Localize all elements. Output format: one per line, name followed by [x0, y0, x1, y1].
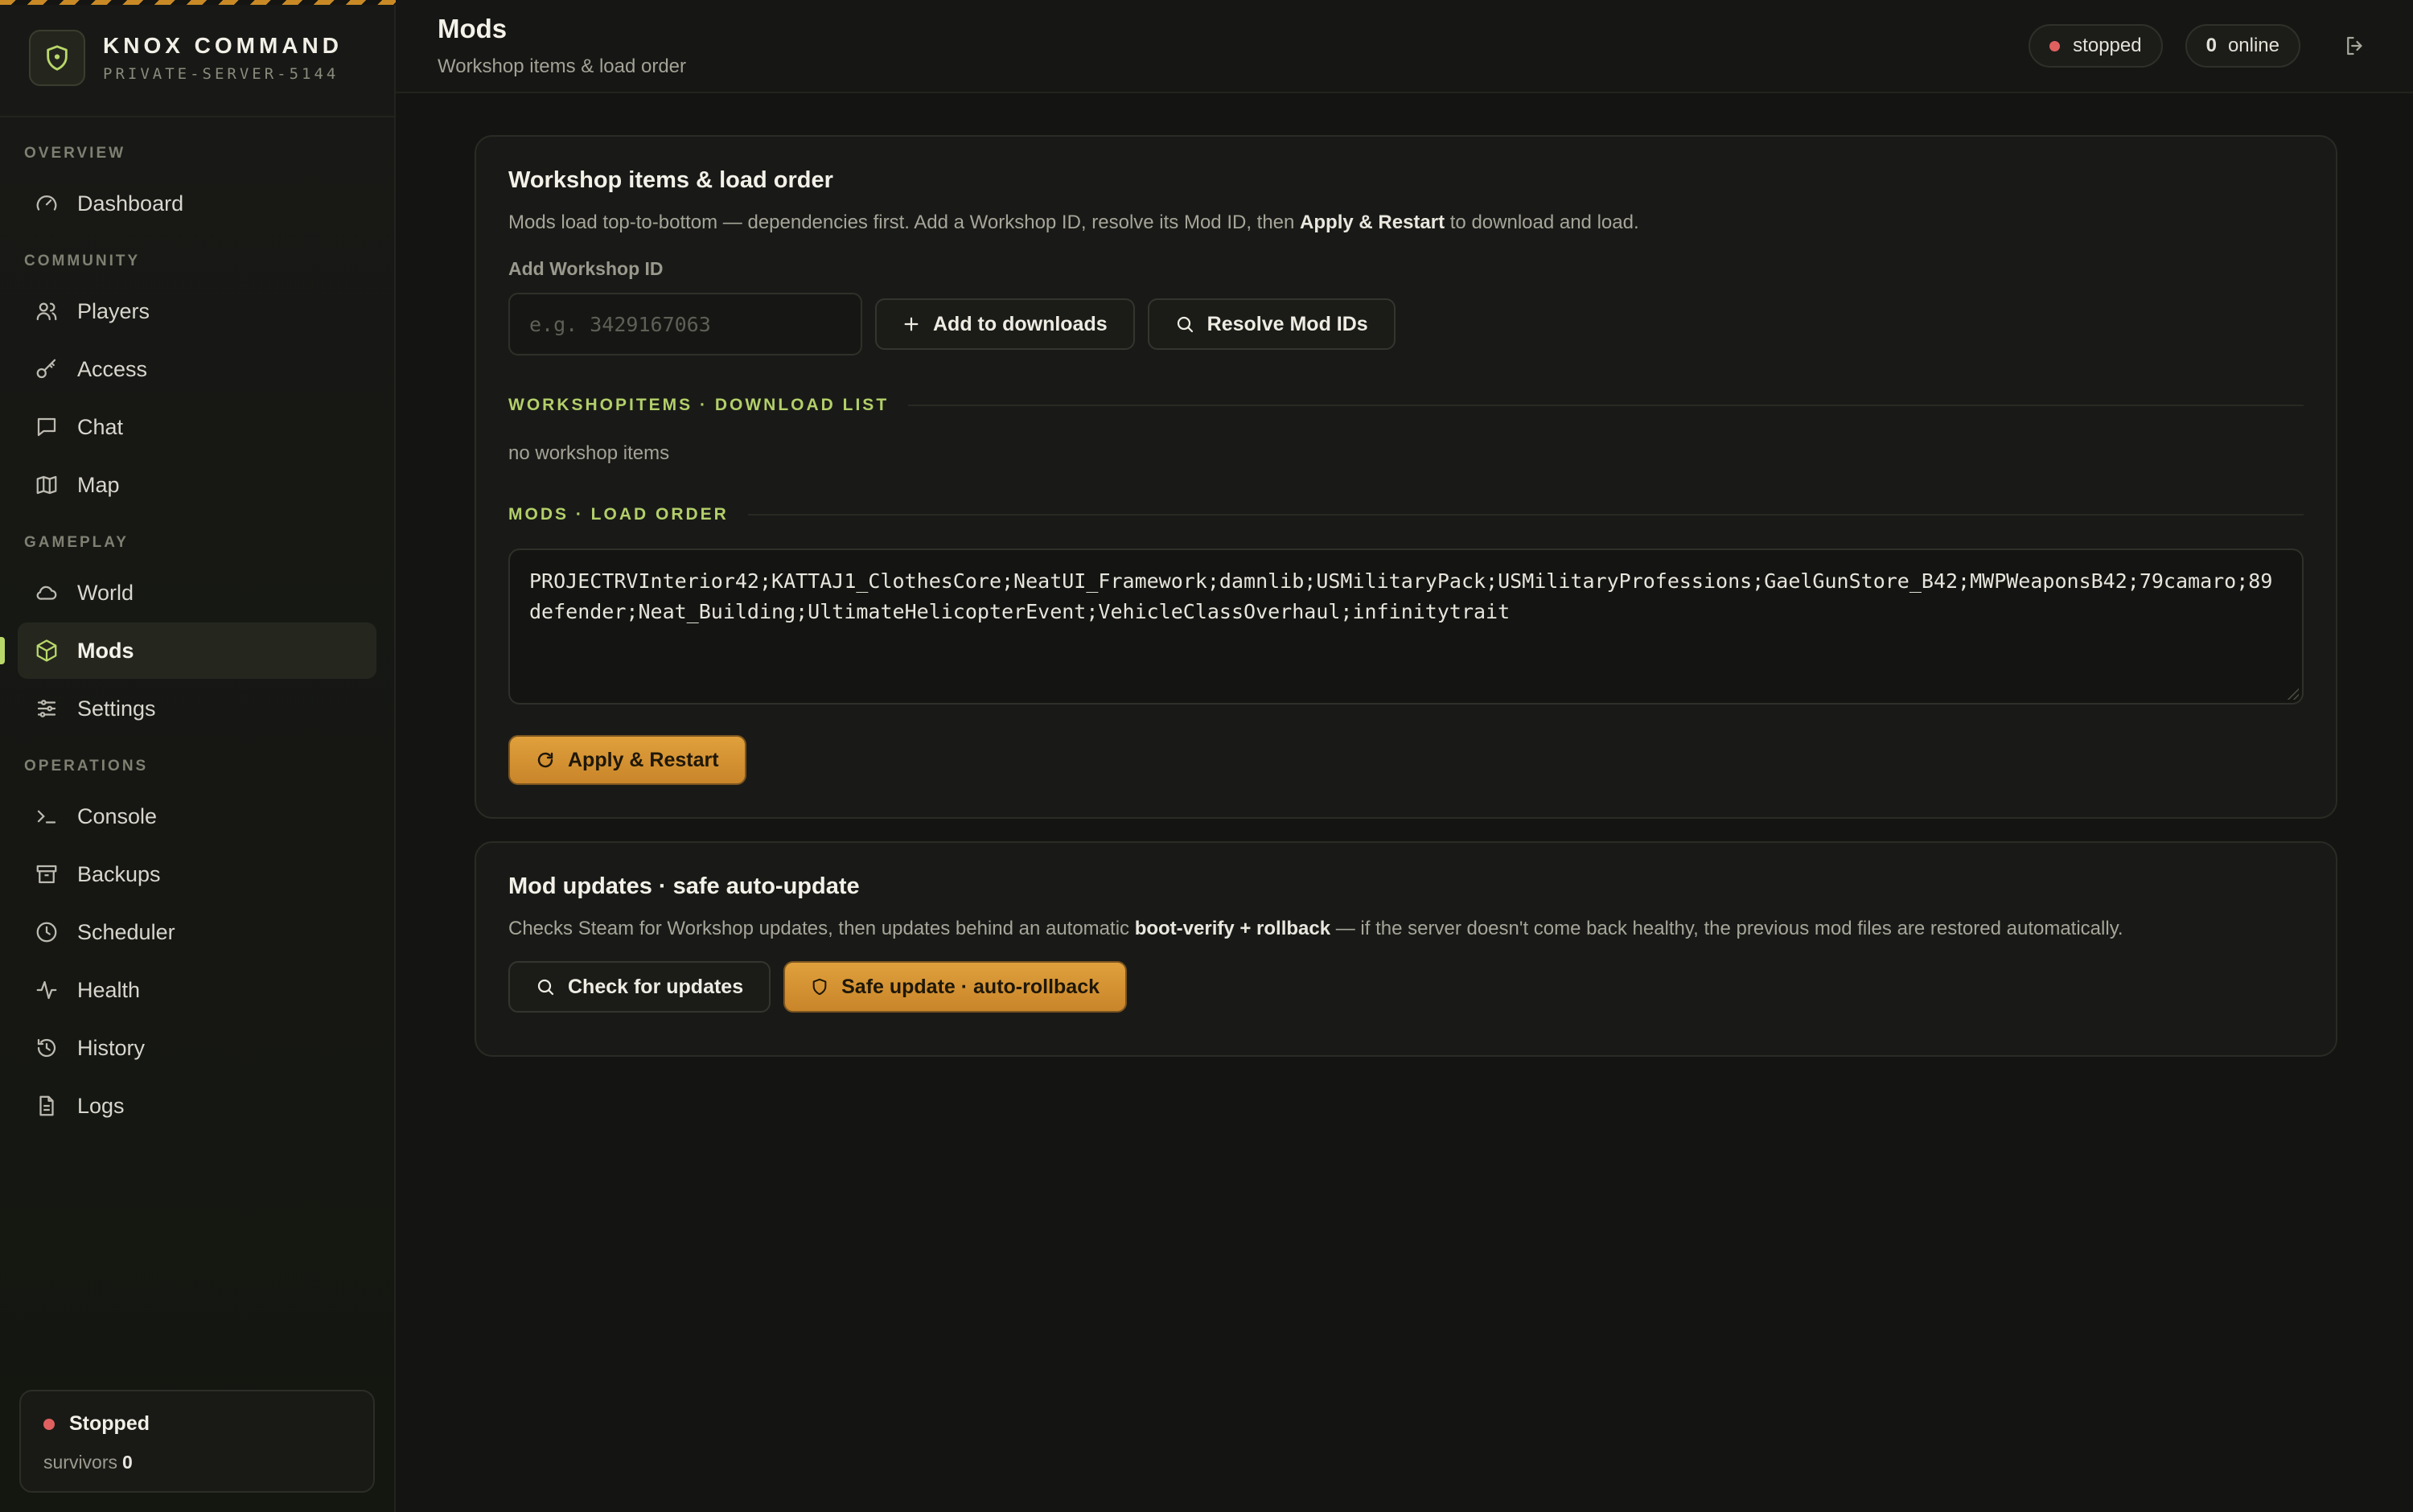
check-updates-button[interactable]: Check for updates — [508, 961, 771, 1013]
sidebar-item-label: Health — [77, 977, 141, 1002]
brand-title: KNOX COMMAND — [103, 33, 343, 58]
shield-icon — [811, 978, 828, 996]
button-label: Apply & Restart — [568, 748, 719, 771]
sidebar-item-chat[interactable]: Chat — [18, 399, 376, 455]
main-content: Mods Workshop items & load order stopped… — [396, 0, 2413, 1512]
sidebar-item-health[interactable]: Health — [18, 962, 376, 1018]
shield-logo-icon — [29, 30, 85, 86]
status-dot — [43, 1418, 55, 1430]
plus-icon — [902, 315, 920, 333]
server-id: PRIVATE-SERVER-5144 — [103, 65, 339, 83]
key-icon — [34, 356, 60, 382]
button-label: Check for updates — [568, 975, 744, 998]
add-workshop-label: Add Workshop ID — [508, 258, 664, 279]
activity-icon — [34, 977, 60, 1003]
load-order-value: PROJECTRVInterior42;KATTAJ1_ClothesCore;… — [529, 569, 2273, 623]
chat-icon — [34, 414, 60, 440]
sidebar-item-label: Console — [77, 803, 158, 828]
sidebar-item-settings[interactable]: Settings — [18, 680, 376, 737]
map-icon — [34, 472, 60, 498]
sidebar-item-logs[interactable]: Logs — [18, 1078, 376, 1134]
file-text-icon — [34, 1093, 60, 1119]
sidebar-item-label: World — [77, 580, 134, 605]
section-gameplay: GAMEPLAY — [24, 534, 129, 551]
sidebar-nav: OVERVIEW Dashboard COMMUNITY Players Acc… — [0, 117, 394, 1134]
topbar: Mods Workshop items & load order stopped… — [396, 0, 2413, 93]
survivors-value: 0 — [122, 1452, 133, 1473]
card-title: Workshop items & load order — [508, 167, 833, 193]
download-list-heading: WORKSHOPITEMS · DOWNLOAD LIST — [508, 396, 2304, 415]
gauge-icon — [34, 191, 60, 216]
status-dot — [2049, 40, 2061, 51]
load-order-textarea[interactable]: PROJECTRVInterior42;KATTAJ1_ClothesCore;… — [508, 549, 2304, 705]
page-subtitle: Workshop items & load order — [438, 55, 687, 77]
survivors-count: survivors 0 — [43, 1452, 351, 1473]
workshop-card: Workshop items & load order Mods load to… — [475, 135, 2337, 819]
sidebar: KNOX COMMAND PRIVATE-SERVER-5144 OVERVIE… — [0, 0, 396, 1512]
terminal-icon — [34, 803, 60, 829]
cloud-icon — [34, 580, 60, 606]
clock-icon — [34, 919, 60, 945]
online-count-pill: 0 online — [2185, 24, 2300, 68]
page-title: Mods — [438, 14, 508, 43]
card-description: Mods load top-to-bottom — dependencies f… — [508, 212, 1639, 233]
survivors-label: survivors — [43, 1452, 118, 1473]
online-label: online — [2227, 35, 2279, 56]
sidebar-item-mods[interactable]: Mods — [0, 622, 376, 679]
hazard-stripe — [0, 0, 396, 5]
sidebar-item-label: Mods — [77, 638, 134, 663]
workshop-id-input[interactable] — [508, 293, 862, 355]
sidebar-item-label: Players — [77, 298, 150, 323]
server-status-label: stopped — [2073, 35, 2142, 56]
logout-icon[interactable] — [2339, 30, 2371, 62]
sidebar-item-label: Logs — [77, 1093, 125, 1118]
apply-restart-button[interactable]: Apply & Restart — [508, 735, 746, 785]
section-overview: OVERVIEW — [24, 145, 126, 162]
sidebar-item-label: Settings — [77, 696, 156, 721]
sidebar-item-label: Map — [77, 472, 120, 497]
sidebar-item-console[interactable]: Console — [18, 788, 376, 844]
button-label: Safe update · auto-rollback — [841, 975, 1100, 998]
sidebar-item-label: Chat — [77, 414, 124, 439]
refresh-icon — [536, 750, 555, 770]
resize-handle[interactable] — [2288, 688, 2299, 700]
server-status-text: Stopped — [69, 1412, 150, 1435]
section-operations: OPERATIONS — [24, 758, 149, 774]
section-community: COMMUNITY — [24, 253, 141, 269]
sidebar-item-history[interactable]: History — [18, 1020, 376, 1076]
sidebar-item-label: History — [77, 1035, 146, 1060]
sidebar-item-label: Access — [77, 356, 148, 381]
button-label: Resolve Mod IDs — [1206, 312, 1368, 335]
add-to-downloads-button[interactable]: Add to downloads — [875, 298, 1135, 350]
card-title: Mod updates · safe auto-update — [508, 873, 860, 899]
card-description: Checks Steam for Workshop updates, then … — [508, 918, 2123, 939]
button-label: Add to downloads — [933, 312, 1108, 335]
archive-icon — [34, 861, 60, 887]
sidebar-item-dashboard[interactable]: Dashboard — [18, 175, 376, 232]
resolve-mod-ids-button[interactable]: Resolve Mod IDs — [1147, 298, 1396, 350]
sliders-icon — [34, 696, 60, 721]
users-icon — [34, 298, 60, 324]
mod-updates-card: Mod updates · safe auto-update Checks St… — [475, 841, 2337, 1057]
search-icon — [1175, 314, 1194, 334]
sidebar-item-players[interactable]: Players — [18, 283, 376, 339]
server-status-pill: stopped — [2029, 24, 2163, 68]
online-count: 0 — [2205, 35, 2217, 56]
server-status-card: Stopped survivors 0 — [19, 1390, 375, 1493]
download-list-empty: no workshop items — [508, 442, 670, 464]
sidebar-item-label: Dashboard — [77, 191, 184, 216]
sidebar-item-backups[interactable]: Backups — [18, 846, 376, 902]
sidebar-item-world[interactable]: World — [18, 565, 376, 621]
search-icon — [536, 977, 555, 996]
sidebar-item-scheduler[interactable]: Scheduler — [18, 904, 376, 960]
brand: KNOX COMMAND PRIVATE-SERVER-5144 — [0, 0, 394, 117]
sidebar-item-map[interactable]: Map — [18, 457, 376, 513]
sidebar-item-label: Backups — [77, 861, 161, 886]
history-icon — [34, 1035, 60, 1061]
sidebar-item-access[interactable]: Access — [18, 341, 376, 397]
package-icon — [34, 638, 60, 664]
safe-update-button[interactable]: Safe update · auto-rollback — [783, 961, 1127, 1013]
sidebar-item-label: Scheduler — [77, 919, 175, 944]
load-order-heading: MODS · LOAD ORDER — [508, 505, 2304, 524]
